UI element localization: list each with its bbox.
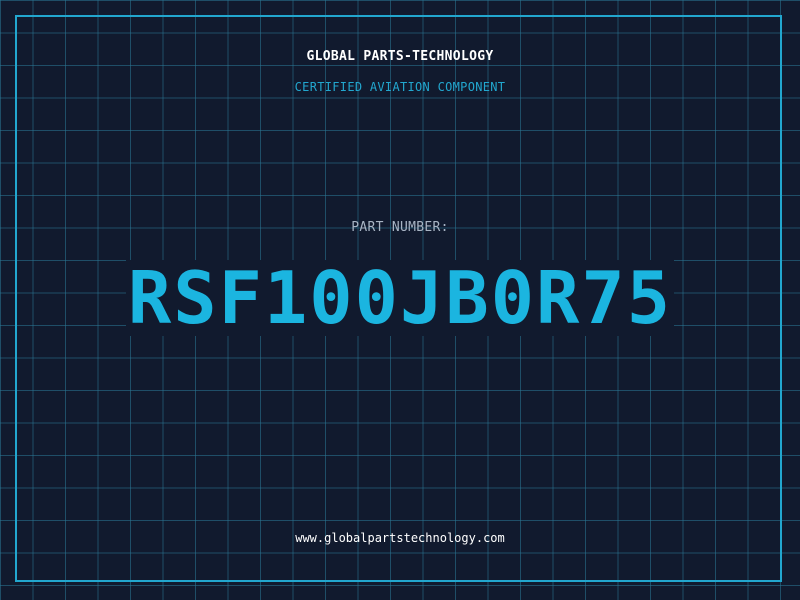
website-url: www.globalpartstechnology.com	[295, 531, 505, 545]
certificate-card: GLOBAL PARTS-TECHNOLOGY CERTIFIED AVIATI…	[0, 0, 800, 600]
part-number-block: RSF100JB0R75	[0, 260, 800, 336]
company-name: GLOBAL PARTS-TECHNOLOGY	[306, 49, 494, 64]
part-number-value: RSF100JB0R75	[125, 256, 675, 340]
part-number-label: PART NUMBER:	[351, 220, 449, 235]
certification-subtitle: CERTIFIED AVIATION COMPONENT	[294, 80, 506, 94]
